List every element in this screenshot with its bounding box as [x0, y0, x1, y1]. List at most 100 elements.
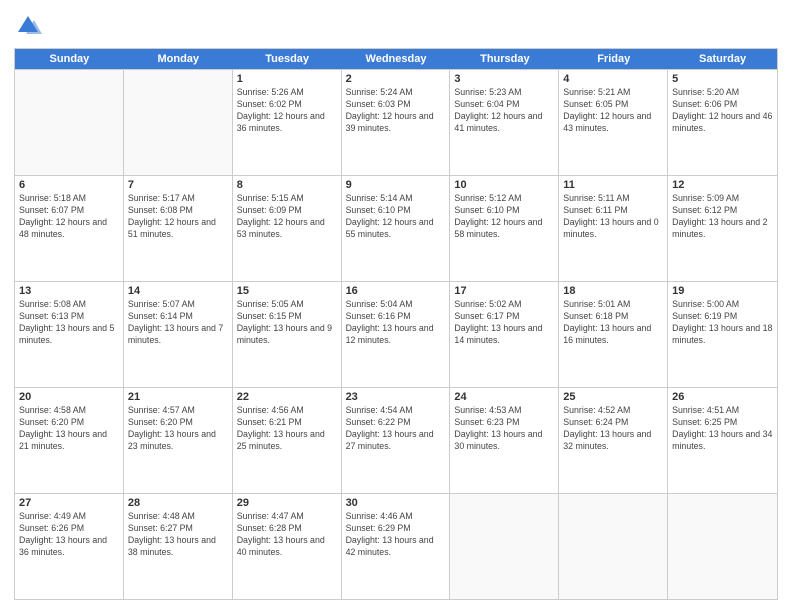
- day-number: 15: [237, 285, 337, 297]
- day-number: 11: [563, 179, 663, 191]
- calendar-header-cell: Saturday: [668, 49, 777, 69]
- calendar-row: 20Sunrise: 4:58 AM Sunset: 6:20 PM Dayli…: [15, 387, 777, 493]
- calendar-cell: 18 Sunrise: 5:01 AM Sunset: 6:18 PM Dayli…: [559, 282, 668, 387]
- calendar-cell: 2 Sunrise: 5:24 AM Sunset: 6:03 PM Daylig…: [342, 70, 451, 175]
- day-number: 28: [128, 497, 228, 509]
- day-number: 7: [128, 179, 228, 191]
- day-info: Sunrise: 5:20 AM Sunset: 6:06 PM Dayligh…: [672, 87, 773, 135]
- day-number: 30: [346, 497, 446, 509]
- calendar-row: 13Sunrise: 5:08 AM Sunset: 6:13 PM Dayli…: [15, 281, 777, 387]
- calendar-cell: [450, 494, 559, 599]
- day-info: Sunrise: 5:09 AM Sunset: 6:12 PM Dayligh…: [672, 193, 773, 241]
- day-info: Sunrise: 4:48 AM Sunset: 6:27 PM Dayligh…: [128, 511, 228, 559]
- day-number: 19: [672, 285, 773, 297]
- day-info: Sunrise: 5:02 AM Sunset: 6:17 PM Dayligh…: [454, 299, 554, 347]
- calendar-cell: 29Sunrise: 4:47 AM Sunset: 6:28 PM Dayli…: [233, 494, 342, 599]
- day-info: Sunrise: 5:08 AM Sunset: 6:13 PM Dayligh…: [19, 299, 119, 347]
- calendar-cell: 8 Sunrise: 5:15 AM Sunset: 6:09 PM Daylig…: [233, 176, 342, 281]
- calendar-cell: 10Sunrise: 5:12 AM Sunset: 6:10 PM Dayli…: [450, 176, 559, 281]
- day-number: 12: [672, 179, 773, 191]
- day-number: 2: [346, 73, 446, 85]
- day-number: 27: [19, 497, 119, 509]
- day-info: Sunrise: 5:04 AM Sunset: 6:16 PM Dayligh…: [346, 299, 446, 347]
- logo: [14, 12, 46, 40]
- day-number: 23: [346, 391, 446, 403]
- calendar-cell: 20Sunrise: 4:58 AM Sunset: 6:20 PM Dayli…: [15, 388, 124, 493]
- calendar-cell: 19 Sunrise: 5:00 AM Sunset: 6:19 PM Dayli…: [668, 282, 777, 387]
- day-info: Sunrise: 5:18 AM Sunset: 6:07 PM Dayligh…: [19, 193, 119, 241]
- day-number: 22: [237, 391, 337, 403]
- calendar-cell: 25 Sunrise: 4:52 AM Sunset: 6:24 PM Dayli…: [559, 388, 668, 493]
- day-number: 1: [237, 73, 337, 85]
- day-number: 5: [672, 73, 773, 85]
- day-info: Sunrise: 5:26 AM Sunset: 6:02 PM Dayligh…: [237, 87, 337, 135]
- day-info: Sunrise: 4:56 AM Sunset: 6:21 PM Dayligh…: [237, 405, 337, 453]
- calendar-header-cell: Friday: [559, 49, 668, 69]
- calendar-header-cell: Tuesday: [233, 49, 342, 69]
- calendar-header-cell: Thursday: [450, 49, 559, 69]
- calendar-header-cell: Monday: [124, 49, 233, 69]
- day-info: Sunrise: 4:46 AM Sunset: 6:29 PM Dayligh…: [346, 511, 446, 559]
- calendar-cell: 23 Sunrise: 4:54 AM Sunset: 6:22 PM Dayli…: [342, 388, 451, 493]
- day-info: Sunrise: 5:00 AM Sunset: 6:19 PM Dayligh…: [672, 299, 773, 347]
- calendar-cell: 27 Sunrise: 4:49 AM Sunset: 6:26 PM Dayli…: [15, 494, 124, 599]
- day-number: 24: [454, 391, 554, 403]
- day-info: Sunrise: 5:24 AM Sunset: 6:03 PM Dayligh…: [346, 87, 446, 135]
- calendar-cell: 3 Sunrise: 5:23 AM Sunset: 6:04 PM Daylig…: [450, 70, 559, 175]
- calendar-cell: 17 Sunrise: 5:02 AM Sunset: 6:17 PM Dayli…: [450, 282, 559, 387]
- day-info: Sunrise: 4:52 AM Sunset: 6:24 PM Dayligh…: [563, 405, 663, 453]
- day-info: Sunrise: 5:01 AM Sunset: 6:18 PM Dayligh…: [563, 299, 663, 347]
- calendar-header: SundayMondayTuesdayWednesdayThursdayFrid…: [15, 49, 777, 69]
- calendar-cell: 4Sunrise: 5:21 AM Sunset: 6:05 PM Daylig…: [559, 70, 668, 175]
- day-info: Sunrise: 5:05 AM Sunset: 6:15 PM Dayligh…: [237, 299, 337, 347]
- calendar-cell: 12 Sunrise: 5:09 AM Sunset: 6:12 PM Dayli…: [668, 176, 777, 281]
- day-number: 3: [454, 73, 554, 85]
- day-number: 4: [563, 73, 663, 85]
- day-info: Sunrise: 4:54 AM Sunset: 6:22 PM Dayligh…: [346, 405, 446, 453]
- calendar-cell: 9Sunrise: 5:14 AM Sunset: 6:10 PM Daylig…: [342, 176, 451, 281]
- calendar-cell: 13Sunrise: 5:08 AM Sunset: 6:13 PM Dayli…: [15, 282, 124, 387]
- day-info: Sunrise: 5:11 AM Sunset: 6:11 PM Dayligh…: [563, 193, 663, 241]
- day-number: 10: [454, 179, 554, 191]
- calendar-header-cell: Wednesday: [342, 49, 451, 69]
- calendar-cell: [668, 494, 777, 599]
- day-number: 29: [237, 497, 337, 509]
- day-number: 16: [346, 285, 446, 297]
- page: SundayMondayTuesdayWednesdayThursdayFrid…: [0, 0, 792, 612]
- day-info: Sunrise: 4:58 AM Sunset: 6:20 PM Dayligh…: [19, 405, 119, 453]
- calendar-body: 1 Sunrise: 5:26 AM Sunset: 6:02 PM Daylig…: [15, 69, 777, 599]
- calendar-cell: 22 Sunrise: 4:56 AM Sunset: 6:21 PM Dayli…: [233, 388, 342, 493]
- calendar-cell: 21Sunrise: 4:57 AM Sunset: 6:20 PM Dayli…: [124, 388, 233, 493]
- day-info: Sunrise: 5:15 AM Sunset: 6:09 PM Dayligh…: [237, 193, 337, 241]
- calendar-cell: 28 Sunrise: 4:48 AM Sunset: 6:27 PM Dayli…: [124, 494, 233, 599]
- calendar-cell: 24 Sunrise: 4:53 AM Sunset: 6:23 PM Dayli…: [450, 388, 559, 493]
- calendar-row: 27 Sunrise: 4:49 AM Sunset: 6:26 PM Dayli…: [15, 493, 777, 599]
- calendar-cell: 7 Sunrise: 5:17 AM Sunset: 6:08 PM Daylig…: [124, 176, 233, 281]
- day-info: Sunrise: 5:14 AM Sunset: 6:10 PM Dayligh…: [346, 193, 446, 241]
- day-number: 26: [672, 391, 773, 403]
- calendar-row: 6Sunrise: 5:18 AM Sunset: 6:07 PM Daylig…: [15, 175, 777, 281]
- calendar-cell: [124, 70, 233, 175]
- calendar-cell: 6Sunrise: 5:18 AM Sunset: 6:07 PM Daylig…: [15, 176, 124, 281]
- header: [14, 12, 778, 40]
- day-info: Sunrise: 4:49 AM Sunset: 6:26 PM Dayligh…: [19, 511, 119, 559]
- calendar-cell: 30 Sunrise: 4:46 AM Sunset: 6:29 PM Dayli…: [342, 494, 451, 599]
- calendar-cell: 1 Sunrise: 5:26 AM Sunset: 6:02 PM Daylig…: [233, 70, 342, 175]
- day-number: 18: [563, 285, 663, 297]
- calendar-header-cell: Sunday: [15, 49, 124, 69]
- day-number: 8: [237, 179, 337, 191]
- day-number: 25: [563, 391, 663, 403]
- day-info: Sunrise: 4:53 AM Sunset: 6:23 PM Dayligh…: [454, 405, 554, 453]
- day-info: Sunrise: 5:23 AM Sunset: 6:04 PM Dayligh…: [454, 87, 554, 135]
- calendar-cell: 5 Sunrise: 5:20 AM Sunset: 6:06 PM Daylig…: [668, 70, 777, 175]
- logo-icon: [14, 12, 42, 40]
- calendar-cell: 11 Sunrise: 5:11 AM Sunset: 6:11 PM Dayli…: [559, 176, 668, 281]
- day-info: Sunrise: 5:17 AM Sunset: 6:08 PM Dayligh…: [128, 193, 228, 241]
- day-number: 21: [128, 391, 228, 403]
- calendar-cell: [15, 70, 124, 175]
- calendar-cell: 14Sunrise: 5:07 AM Sunset: 6:14 PM Dayli…: [124, 282, 233, 387]
- calendar-cell: 26Sunrise: 4:51 AM Sunset: 6:25 PM Dayli…: [668, 388, 777, 493]
- day-info: Sunrise: 5:07 AM Sunset: 6:14 PM Dayligh…: [128, 299, 228, 347]
- calendar-row: 1 Sunrise: 5:26 AM Sunset: 6:02 PM Daylig…: [15, 69, 777, 175]
- day-number: 17: [454, 285, 554, 297]
